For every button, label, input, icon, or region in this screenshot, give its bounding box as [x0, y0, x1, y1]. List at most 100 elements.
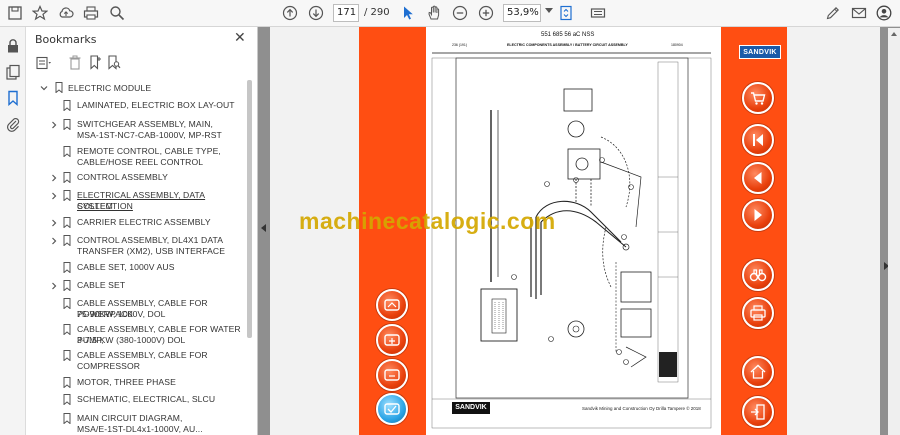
print-sheet-button[interactable]	[742, 297, 774, 329]
zoom-dropdown-caret-icon[interactable]	[545, 8, 553, 13]
select-cursor-icon[interactable]	[398, 3, 418, 23]
bookmark-item[interactable]: CABLE SET, 1000V AUS	[77, 262, 175, 273]
keyboard-icon[interactable]	[588, 3, 608, 23]
zoom-out-icon[interactable]	[450, 3, 470, 23]
bookmark-item-cont[interactable]: MSA/E-1ST-DL4x1-1000V, AU...	[77, 424, 203, 435]
email-icon[interactable]	[849, 3, 869, 23]
edit-link-icon[interactable]	[823, 3, 843, 23]
page-total: / 290	[364, 7, 390, 18]
bookmarks-scrollbar[interactable]	[247, 80, 252, 338]
bookmarks-panel: Bookmarks ✕ ELECTRIC MODULE LAMINATED, E…	[26, 27, 258, 435]
search-icon[interactable]	[107, 3, 127, 23]
fit-page-icon[interactable]	[556, 3, 576, 23]
footer-caption: Sandvik Mining and Construction Oy Drill…	[582, 406, 701, 411]
watermark-text: machinecatalogic.com	[299, 208, 556, 234]
bookmark-item[interactable]: SWITCHGEAR ASSEMBLY, MAIN,	[77, 119, 213, 130]
bookmark-item[interactable]: SCHEMATIC, ELECTRICAL, SLCU	[77, 394, 215, 405]
bookmark-item-cont[interactable]: SYSTEM	[77, 201, 113, 212]
bookmark-item-cont[interactable]: CABLE/HOSE REEL CONTROL	[77, 157, 203, 168]
bookmark-flag-icon	[63, 217, 71, 228]
lock-icon[interactable]	[5, 38, 21, 54]
scale-view-button[interactable]	[376, 289, 408, 321]
previous-arrow-icon	[754, 172, 762, 184]
bookmarks-icon[interactable]	[5, 90, 21, 106]
zoom-level-field[interactable]: 53,9%	[503, 4, 541, 22]
bookmark-item-cont[interactable]: COMPRESSOR	[77, 361, 140, 372]
expand-arrow-icon[interactable]	[50, 121, 58, 129]
viewer-scrollbar[interactable]	[888, 28, 900, 435]
delete-bookmark-icon[interactable]	[68, 55, 82, 70]
bookmark-flag-icon	[63, 190, 71, 201]
account-icon[interactable]	[874, 3, 894, 23]
bookmark-flag-icon	[63, 235, 71, 246]
bookmark-item[interactable]: MOTOR, THREE PHASE	[77, 377, 176, 388]
sandvik-footer-logo: SANDVIK	[452, 402, 490, 414]
binoculars-button[interactable]	[742, 259, 774, 291]
bookmark-item[interactable]: CONTROL ASSEMBLY, DL4X1 DATA	[77, 235, 223, 246]
bookmark-tools	[34, 55, 254, 73]
scale-up-button[interactable]	[376, 324, 408, 356]
next-button[interactable]	[742, 199, 774, 231]
scale-active-button[interactable]	[376, 393, 408, 425]
home-button[interactable]	[742, 356, 774, 388]
bookmark-item[interactable]: LAMINATED, ELECTRIC BOX LAY-OUT	[77, 100, 235, 111]
first-page-icon	[753, 134, 763, 146]
page-thumbnails-icon[interactable]	[5, 64, 21, 80]
bookmark-item-cont[interactable]: MSA-1ST-NC7-CAB-1000V, MP-RST	[77, 130, 222, 141]
bookmark-item[interactable]: REMOTE CONTROL, CABLE TYPE,	[77, 146, 221, 157]
bookmark-item[interactable]: CABLE SET	[77, 280, 125, 291]
collapse-panel-caret-icon[interactable]	[261, 224, 266, 232]
bookmark-item[interactable]: CONTROL ASSEMBLY	[77, 172, 168, 183]
next-page-icon[interactable]	[306, 3, 326, 23]
previous-page-icon[interactable]	[280, 3, 300, 23]
bookmark-flag-icon	[63, 350, 71, 361]
bookmark-flag-icon	[63, 262, 71, 273]
bookmark-item-cont[interactable]: 3-7.5 KW (380-1000V) DOL	[77, 335, 185, 346]
bookmark-flag-icon	[63, 119, 71, 130]
bookmark-item[interactable]: ELECTRIC MODULE	[68, 83, 151, 94]
bookmark-item-cont[interactable]: 75-90KW, 1000V, DOL	[77, 309, 166, 320]
bookmark-flag-icon	[63, 377, 71, 388]
bookmark-options-icon[interactable]	[36, 56, 52, 70]
cart-button[interactable]	[742, 82, 774, 114]
zoom-in-icon[interactable]	[476, 3, 496, 23]
scale-active-icon	[384, 403, 400, 415]
sheet-header-title: ELECTRIC COMPONENTS ASSEMBLY / BATTERY C…	[507, 43, 628, 47]
expand-arrow-icon[interactable]	[50, 192, 58, 200]
bookmark-item[interactable]: CARRIER ELECTRIC ASSEMBLY	[77, 217, 211, 228]
close-icon[interactable]: ✕	[234, 30, 246, 46]
attachment-icon[interactable]	[5, 116, 21, 132]
bookmark-flag-icon	[63, 298, 71, 309]
toolbar: 171 / 290 53,9%	[0, 0, 900, 27]
star-icon[interactable]	[30, 3, 50, 23]
exit-button[interactable]	[742, 396, 774, 428]
bookmark-flag-icon	[63, 100, 71, 111]
printer-icon	[750, 305, 766, 321]
sheet-header-left: 236 (191)	[452, 43, 467, 47]
first-page-button[interactable]	[742, 124, 774, 156]
bookmark-flag-icon	[55, 82, 63, 93]
print-icon[interactable]	[81, 3, 101, 23]
page-number-input[interactable]: 171	[333, 4, 359, 22]
save-icon[interactable]	[5, 3, 25, 23]
hand-tool-icon[interactable]	[424, 3, 444, 23]
expand-arrow-icon[interactable]	[50, 237, 58, 245]
collapse-arrow-icon[interactable]	[40, 84, 48, 92]
scroll-up-caret-icon[interactable]	[891, 32, 897, 36]
scale-down-button[interactable]	[376, 359, 408, 391]
bookmark-flag-icon	[63, 394, 71, 405]
expand-arrow-icon[interactable]	[50, 219, 58, 227]
scale-up-icon	[384, 334, 400, 346]
new-bookmark-icon[interactable]	[88, 55, 102, 70]
previous-button[interactable]	[742, 162, 774, 194]
sandvik-logo-badge: SANDVIK	[739, 45, 781, 59]
bookmark-flag-icon	[63, 280, 71, 291]
bookmark-item[interactable]: CABLE ASSEMBLY, CABLE FOR	[77, 350, 208, 361]
bookmark-item[interactable]: MAIN CIRCUIT DIAGRAM,	[77, 413, 183, 424]
expand-arrow-icon[interactable]	[50, 282, 58, 290]
expand-arrow-icon[interactable]	[50, 174, 58, 182]
bookmark-item-cont[interactable]: TRANSFER (XM2), USB INTERFACE	[77, 246, 225, 257]
upload-cloud-icon[interactable]	[56, 3, 76, 23]
find-bookmark-icon[interactable]	[107, 55, 121, 70]
bookmark-flag-icon	[63, 146, 71, 157]
